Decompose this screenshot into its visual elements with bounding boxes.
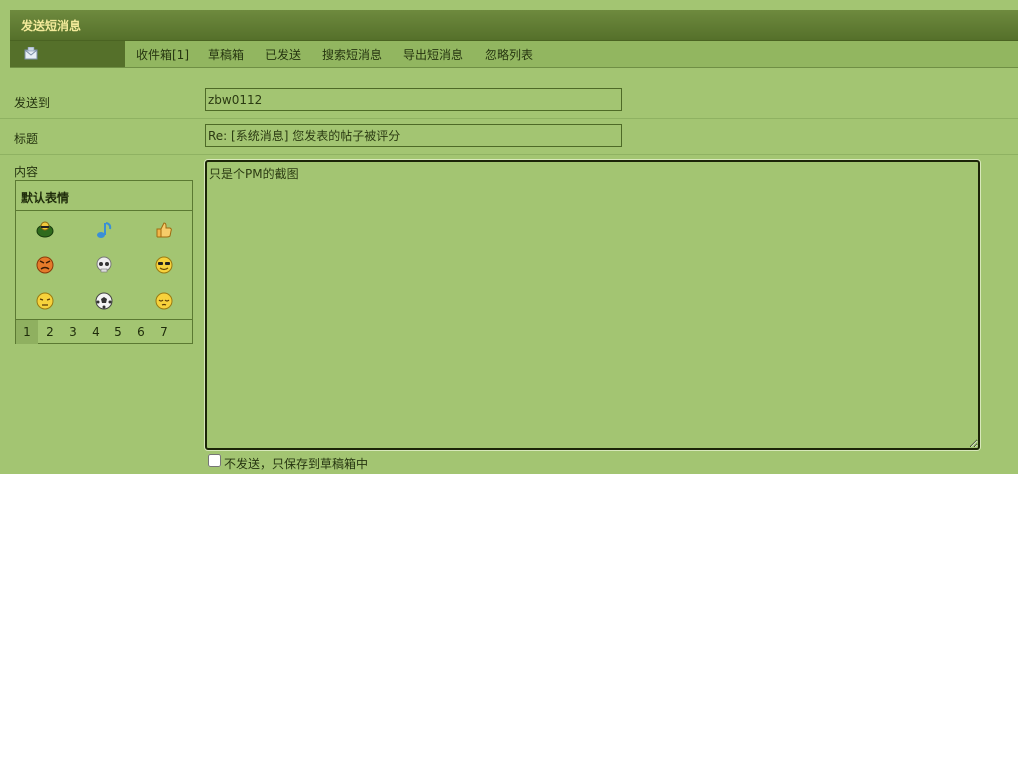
emoji-page-2[interactable]: 2 (39, 325, 61, 343)
emoji-page-4[interactable]: 4 (85, 325, 107, 343)
emoji-pager: 1 2 3 4 5 6 7 (16, 319, 192, 344)
page-title: 发送短消息 (21, 19, 82, 33)
nav-search[interactable]: 搜索短消息 (322, 46, 382, 63)
emoji-panel-title: 默认表情 (21, 191, 70, 205)
save-draft-checkbox[interactable] (208, 454, 221, 467)
emoji-page-7[interactable]: 7 (153, 325, 175, 343)
nav-bar: 收件箱[1] 草稿箱 已发送 搜索短消息 导出短消息 忽略列表 (10, 41, 1018, 68)
envelope-icon (24, 47, 38, 60)
title-bar: 发送短消息 (10, 10, 1018, 41)
emoji-panel-header: 默认表情 (16, 181, 192, 211)
angry-icon[interactable] (35, 255, 55, 275)
content-label: 内容 (14, 165, 39, 179)
emoji-page-3[interactable]: 3 (62, 325, 84, 343)
nav-drafts[interactable]: 草稿箱 (208, 46, 244, 63)
row-divider (0, 154, 1018, 155)
thumbs-up-icon[interactable] (154, 220, 174, 240)
emoji-panel: 默认表情 1 2 3 4 5 6 7 (15, 180, 193, 344)
content-textarea[interactable]: 只是个PM的截图 (205, 160, 980, 450)
turtle-icon[interactable] (35, 220, 55, 240)
nav-sent[interactable]: 已发送 (265, 46, 301, 63)
save-draft-label: 不发送，只保存到草稿箱中 (224, 457, 369, 471)
emoji-page-1[interactable]: 1 (16, 320, 38, 344)
sleepy-icon[interactable] (154, 291, 174, 311)
emoji-page-6[interactable]: 6 (130, 325, 152, 343)
row-divider (0, 118, 1018, 119)
subject-input[interactable] (205, 124, 622, 147)
subject-label: 标题 (14, 132, 39, 146)
recipient-input[interactable] (205, 88, 622, 111)
nav-ignore[interactable]: 忽略列表 (485, 46, 533, 63)
nav-compose[interactable] (10, 41, 125, 67)
nav-export[interactable]: 导出短消息 (403, 46, 463, 63)
message-panel: 发送短消息 收件箱[1] 草稿箱 已发送 搜索短消息 导出短消息 忽略列表 发送… (0, 0, 1018, 474)
to-label: 发送到 (14, 96, 51, 110)
music-note-icon[interactable] (94, 220, 114, 240)
nav-inbox[interactable]: 收件箱[1] (136, 46, 189, 63)
sweat-icon[interactable] (35, 291, 55, 311)
soccer-ball-icon[interactable] (94, 291, 114, 311)
skull-icon[interactable] (94, 255, 114, 275)
sunglasses-icon[interactable] (154, 255, 174, 275)
emoji-page-5[interactable]: 5 (107, 325, 129, 343)
